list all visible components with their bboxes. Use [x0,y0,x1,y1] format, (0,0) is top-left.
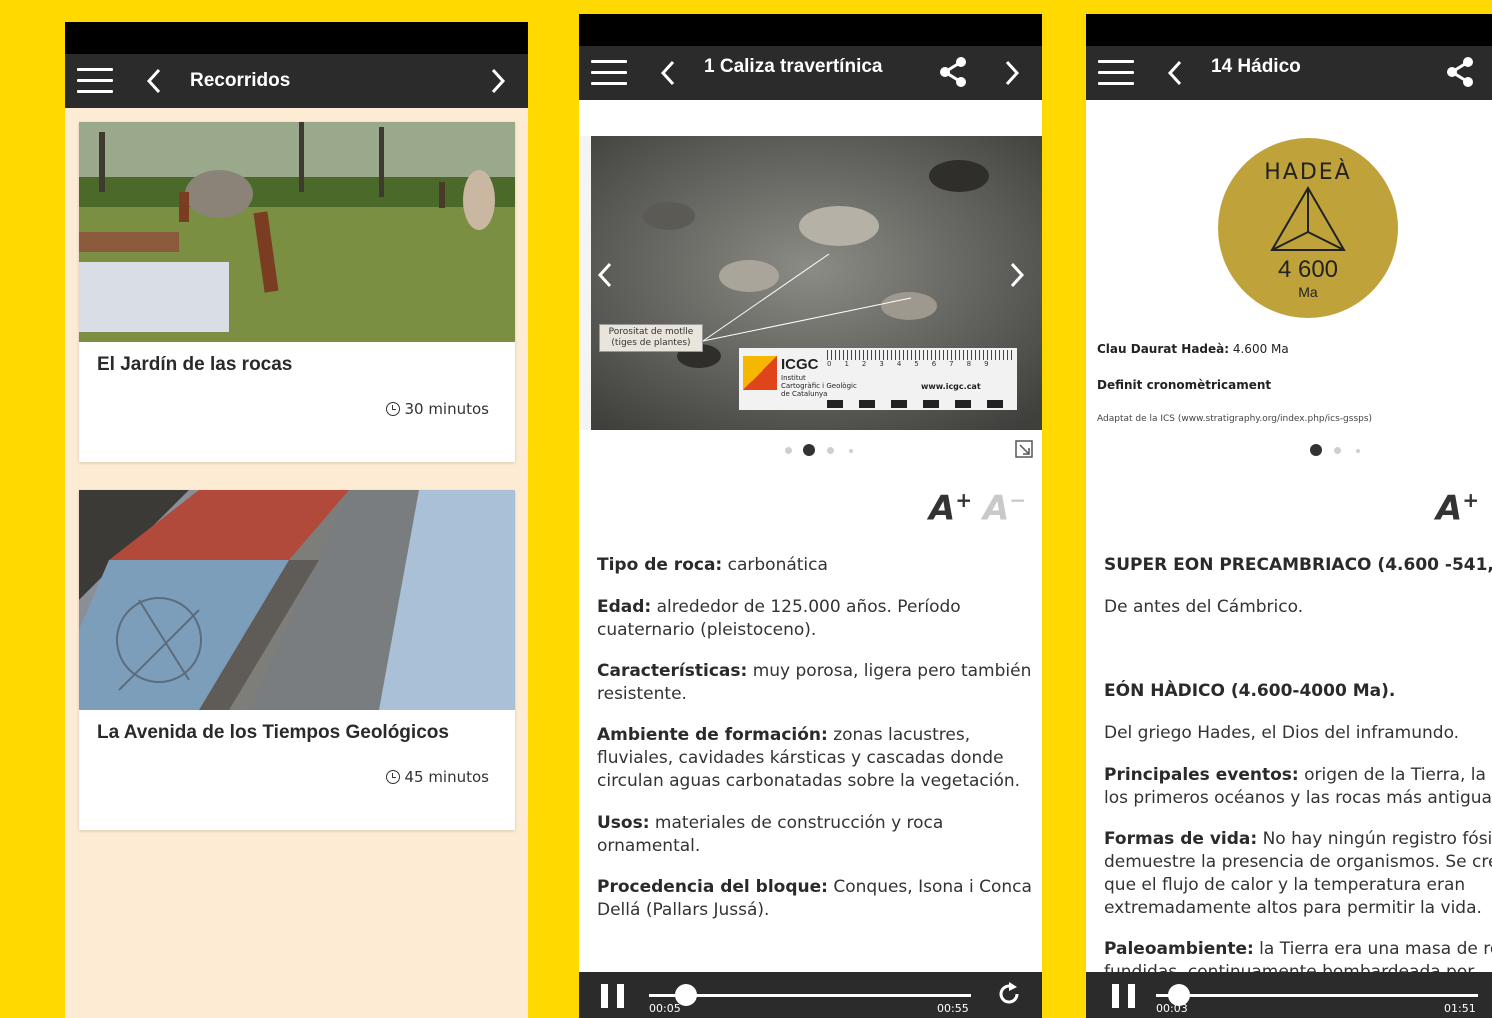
chevron-left-icon[interactable] [659,60,677,86]
app-bar: Recorridos [65,54,528,108]
total-time: 00:55 [937,1002,969,1015]
route-photo-garden [79,122,515,342]
icgc-scale-ruler: ICGC Institut Cartogràfic i Geològic de … [739,348,1017,410]
description-paragraph: Usos: materiales de construcción y roca … [597,813,944,856]
description-paragraph: Procedencia del bloque: Conques, Isona i… [597,877,1032,920]
route-title: El Jardín de las rocas [97,354,293,375]
chevron-right-icon[interactable] [1003,60,1021,86]
pause-icon[interactable] [617,984,624,1008]
status-bar [65,22,528,54]
clock-icon [386,770,401,784]
progress-track[interactable] [649,994,971,997]
rock-photo[interactable]: Porositat de motlle (tiges de plantes) I… [579,136,1042,430]
page-title: 1 Caliza travertínica [704,56,883,77]
icgc-logo [743,356,777,390]
hamburger-icon[interactable] [1098,60,1134,86]
page-title: Recorridos [190,70,291,91]
page-title: 14 Hádico [1211,56,1301,77]
font-increase-icon[interactable]: A+ [1436,488,1479,528]
page-dot-active[interactable] [803,444,815,456]
route-card[interactable]: El Jardín de las rocas 30 minutos [79,122,515,462]
ruler-brand: ICGC [781,356,819,373]
route-photo-avenue [79,490,515,710]
chevron-left-icon[interactable] [1166,60,1184,86]
badge-unit: Ma [1298,284,1318,300]
route-title: La Avenida de los Tiempos Geológicos [97,722,449,743]
description-paragraph: Tipo de roca: carbonática [597,555,828,575]
ruler-institution: Institut Cartogràfic i Geològic de Catal… [781,374,857,398]
description-paragraph: De antes del Cámbrico. [1104,597,1304,617]
share-icon[interactable] [1444,56,1476,88]
page-dot[interactable] [1334,447,1341,454]
route-duration: 45 minutos [386,768,489,786]
expand-icon[interactable] [1015,440,1033,458]
hamburger-icon[interactable] [77,68,113,94]
ruler-bars [827,400,1013,408]
pause-icon[interactable] [1128,984,1135,1008]
audio-player: 00:03 01:51 [1086,972,1492,1018]
app-bar: 1 Caliza travertínica [579,46,1042,100]
description-paragraph: Características: muy porosa, ligera pero… [597,661,1032,704]
route-card[interactable]: La Avenida de los Tiempos Geológicos 45 … [79,490,515,830]
font-decrease-icon[interactable]: A− [983,488,1026,528]
triangle-spike-icon [1270,186,1346,251]
screen-era-detail: 14 Hádico HADEÀ 4 600 Ma Clau Daurat Had… [1086,14,1492,1018]
screen-recorridos: Recorridos El Jardín de las rocas 30 min… [65,22,528,1018]
gallery-prev-icon[interactable] [597,262,613,288]
page-dot[interactable] [785,447,792,454]
description-paragraph: Principales eventos: origen de la Tierra… [1104,765,1492,808]
status-bar [1086,14,1492,46]
current-time: 00:05 [649,1002,681,1015]
page-dot[interactable] [849,449,853,453]
hamburger-icon[interactable] [591,60,627,86]
app-bar: 14 Hádico [1086,46,1492,100]
badge-label: HADEÀ [1264,160,1352,185]
current-time: 00:03 [1156,1002,1188,1015]
ruler-ticks [827,350,1013,360]
font-increase-icon[interactable]: A+ [929,488,972,528]
badge-value: 4 600 [1277,256,1339,283]
photo-annotation: Porositat de motlle (tiges de plantes) [599,324,703,352]
description-paragraph: Del griego Hades, el Dios del inframundo… [1104,723,1460,743]
description-paragraph: Formas de vida: No hay ningún registro f… [1104,829,1492,918]
progress-track[interactable] [1156,994,1478,997]
chevron-right-icon[interactable] [489,68,507,94]
route-duration: 30 minutos [386,400,489,418]
total-time: 01:51 [1444,1002,1476,1015]
ruler-url: www.icgc.cat [921,382,981,391]
chevron-left-icon[interactable] [145,68,163,94]
image-caption-note: Definit cronomètricament [1097,378,1272,392]
ruler-numbers: 0123456789 [827,360,1002,368]
page-dot[interactable] [827,447,834,454]
golden-spike-badge: HADEÀ 4 600 Ma [1218,138,1398,318]
description-paragraph: Ambiente de formación: zonas lacustres, … [597,725,1021,791]
image-caption: Clau Daurat Hadeà: 4.600 Ma [1097,342,1289,356]
section-heading: EÓN HÀDICO (4.600-4000 Ma). [1104,681,1396,701]
page-dot-active[interactable] [1310,444,1322,456]
description-paragraph: Edad: alrededor de 125.000 años. Período… [597,597,961,640]
audio-player: 00:05 00:55 [579,972,1042,1018]
pause-icon[interactable] [601,984,608,1008]
section-heading: SUPER EON PRECAMBRIACO (4.600 -541,0 Ma)… [1104,555,1492,575]
share-icon[interactable] [937,56,969,88]
status-bar [579,14,1042,46]
pause-icon[interactable] [1112,984,1119,1008]
page-dot[interactable] [1356,449,1360,453]
gallery-next-icon[interactable] [1009,262,1025,288]
replay-icon[interactable] [997,982,1021,1006]
screen-rock-detail: 1 Caliza travertínica Porositat de motll… [579,14,1042,1018]
clock-icon [386,402,401,416]
image-source: Adaptat de la ICS (www.stratigraphy.org/… [1097,414,1373,424]
